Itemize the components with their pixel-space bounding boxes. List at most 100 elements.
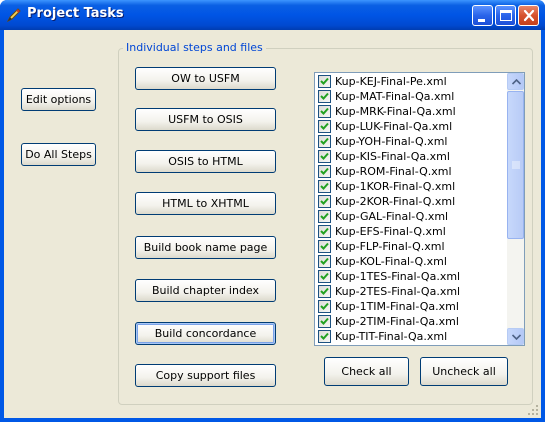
- checkmark-icon: [320, 182, 329, 190]
- chevron-up-icon: [512, 79, 521, 85]
- window-title: Project Tasks: [27, 6, 124, 21]
- file-checkbox[interactable]: [318, 75, 331, 88]
- resize-grip-icon[interactable]: [527, 404, 539, 416]
- file-list-item[interactable]: Kup-EFS-Final-Q.xml: [315, 224, 505, 239]
- file-list-item[interactable]: Kup-YOH-Final-Q.xml: [315, 134, 505, 149]
- file-list-item[interactable]: Kup-2KOR-Final-Q.xml: [315, 194, 505, 209]
- file-name: Kup-1TIM-Final-Qa.xml: [335, 300, 459, 313]
- checkmark-icon: [320, 257, 329, 265]
- file-list-item[interactable]: Kup-MRK-Final-Qa.xml: [315, 104, 505, 119]
- checkmark-icon: [320, 137, 329, 145]
- usfm-to-osis-button[interactable]: USFM to OSIS: [135, 108, 276, 131]
- checkmark-icon: [320, 122, 329, 130]
- osis-to-html-button[interactable]: OSIS to HTML: [135, 150, 276, 173]
- file-checkbox[interactable]: [318, 150, 331, 163]
- checkmark-icon: [320, 77, 329, 85]
- file-checkbox[interactable]: [318, 120, 331, 133]
- file-name: Kup-GAL-Final-Q.xml: [335, 210, 449, 223]
- file-name: Kup-2KOR-Final-Q.xml: [335, 195, 456, 208]
- copy-support-files-button[interactable]: Copy support files: [135, 364, 276, 387]
- file-checkbox[interactable]: [318, 180, 331, 193]
- file-list-item[interactable]: Kup-MAT-Final-Qa.xml: [315, 89, 505, 104]
- build-chapter-index-button[interactable]: Build chapter index: [135, 279, 276, 302]
- ow-to-usfm-button[interactable]: OW to USFM: [135, 67, 276, 90]
- file-checkbox[interactable]: [318, 225, 331, 238]
- window: Project Tasks Edit options Do All Steps …: [0, 0, 545, 422]
- checkmark-icon: [320, 212, 329, 220]
- checkmark-icon: [320, 227, 329, 235]
- file-name: Kup-KIS-Final-Qa.xml: [335, 150, 450, 163]
- file-list-item[interactable]: Kup-FLP-Final-Q.xml: [315, 239, 505, 254]
- file-checkbox[interactable]: [318, 240, 331, 253]
- build-book-name-page-button[interactable]: Build book name page: [135, 236, 276, 259]
- file-checkbox[interactable]: [318, 105, 331, 118]
- checkmark-icon: [320, 197, 329, 205]
- title-bar[interactable]: Project Tasks: [0, 0, 545, 30]
- minimize-icon: [478, 19, 485, 22]
- file-checkbox[interactable]: [318, 135, 331, 148]
- close-button[interactable]: [518, 5, 539, 26]
- file-list-item[interactable]: Kup-TIT-Final-Qa.xml: [315, 329, 505, 344]
- file-list-item[interactable]: Kup-1TIM-Final-Qa.xml: [315, 299, 505, 314]
- file-list-item[interactable]: Kup-KEJ-Final-Pe.xml: [315, 74, 505, 89]
- file-name: Kup-2TIM-Final-Qa.xml: [335, 315, 459, 328]
- file-name: Kup-EFS-Final-Q.xml: [335, 225, 446, 238]
- uncheck-all-button[interactable]: Uncheck all: [420, 357, 508, 386]
- file-checkbox[interactable]: [318, 195, 331, 208]
- file-checkbox[interactable]: [318, 90, 331, 103]
- checkmark-icon: [320, 242, 329, 250]
- file-name: Kup-TIT-Final-Qa.xml: [335, 330, 448, 343]
- file-list-item[interactable]: Kup-GAL-Final-Q.xml: [315, 209, 505, 224]
- checkmark-icon: [320, 167, 329, 175]
- file-checkbox[interactable]: [318, 315, 331, 328]
- maximize-icon: [500, 10, 512, 21]
- vertical-scrollbar[interactable]: [507, 73, 524, 345]
- checkmark-icon: [320, 272, 329, 280]
- edit-options-button[interactable]: Edit options: [21, 88, 96, 111]
- file-name: Kup-MRK-Final-Qa.xml: [335, 105, 456, 118]
- checkmark-icon: [320, 152, 329, 160]
- file-name: Kup-KOL-Final-Q.xml: [335, 255, 447, 268]
- scroll-up-button[interactable]: [507, 73, 524, 90]
- checkmark-icon: [320, 287, 329, 295]
- do-all-steps-button[interactable]: Do All Steps: [21, 143, 96, 166]
- file-list-item[interactable]: Kup-2TIM-Final-Qa.xml: [315, 314, 505, 329]
- file-checklist[interactable]: Kup-KEJ-Final-Pe.xml Kup-MAT-Final-Qa.xml…: [314, 72, 525, 346]
- close-icon: [523, 9, 535, 22]
- html-to-xhtml-button[interactable]: HTML to XHTML: [135, 192, 276, 215]
- file-name: Kup-LUK-Final-Qa.xml: [335, 120, 453, 133]
- file-list-item[interactable]: Kup-2TES-Final-Qa.xml: [315, 284, 505, 299]
- file-checkbox[interactable]: [318, 270, 331, 283]
- file-name: Kup-MAT-Final-Qa.xml: [335, 90, 455, 103]
- file-list-item[interactable]: Kup-ROM-Final-Q.xml: [315, 164, 505, 179]
- file-name: Kup-1TES-Final-Qa.xml: [335, 270, 461, 283]
- file-list-item[interactable]: Kup-KIS-Final-Qa.xml: [315, 149, 505, 164]
- file-list-item[interactable]: Kup-KOL-Final-Q.xml: [315, 254, 505, 269]
- grip-icon: [512, 161, 520, 169]
- checkmark-icon: [320, 302, 329, 310]
- check-all-button[interactable]: Check all: [324, 357, 409, 386]
- build-concordance-button[interactable]: Build concordance: [135, 322, 276, 345]
- file-name: Kup-YOH-Final-Q.xml: [335, 135, 448, 148]
- file-checkbox[interactable]: [318, 285, 331, 298]
- file-list-item[interactable]: Kup-1KOR-Final-Q.xml: [315, 179, 505, 194]
- checkmark-icon: [320, 107, 329, 115]
- file-name: Kup-ROM-Final-Q.xml: [335, 165, 452, 178]
- file-checkbox[interactable]: [318, 165, 331, 178]
- file-checkbox[interactable]: [318, 300, 331, 313]
- file-list-item[interactable]: Kup-LUK-Final-Qa.xml: [315, 119, 505, 134]
- chevron-down-icon: [512, 334, 521, 340]
- checkmark-icon: [320, 332, 329, 340]
- file-checkbox[interactable]: [318, 255, 331, 268]
- file-checkbox[interactable]: [318, 330, 331, 343]
- scroll-down-button[interactable]: [507, 328, 524, 345]
- minimize-button[interactable]: [472, 5, 493, 26]
- checkmark-icon: [320, 317, 329, 325]
- file-name: Kup-1KOR-Final-Q.xml: [335, 180, 456, 193]
- file-list-item[interactable]: Kup-1TES-Final-Qa.xml: [315, 269, 505, 284]
- file-name: Kup-KEJ-Final-Pe.xml: [335, 75, 447, 88]
- scrollbar-thumb[interactable]: [507, 91, 524, 239]
- checkmark-icon: [320, 92, 329, 100]
- file-checkbox[interactable]: [318, 210, 331, 223]
- maximize-button[interactable]: [495, 5, 516, 26]
